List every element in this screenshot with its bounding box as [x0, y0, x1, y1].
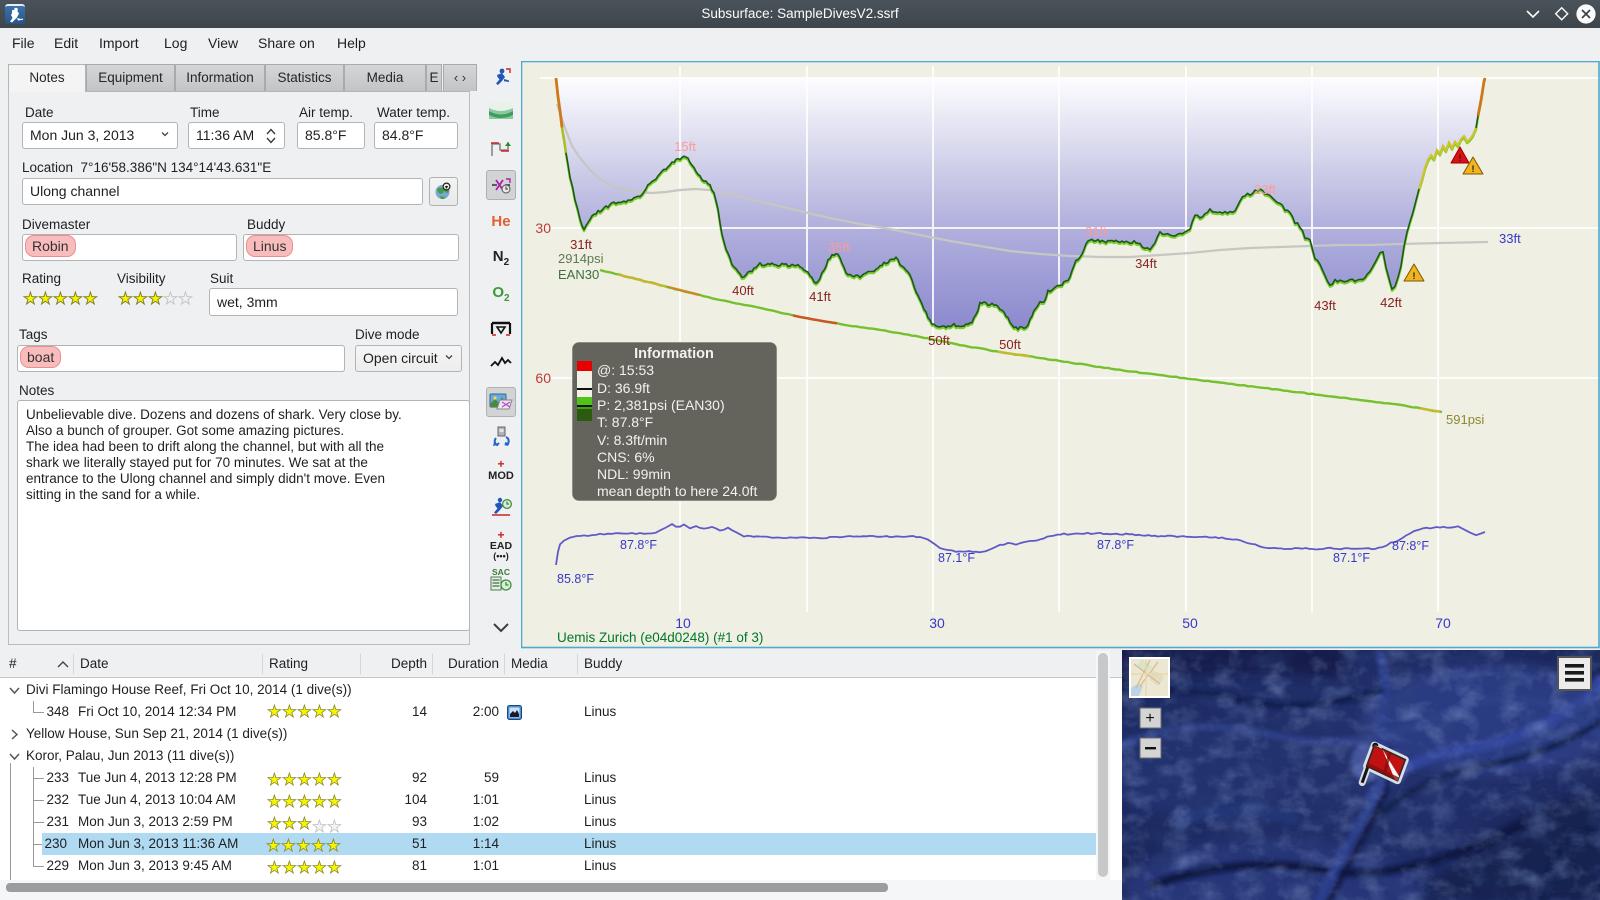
svg-text:SAC: SAC [492, 567, 510, 577]
svg-text:87:8°F: 87:8°F [1392, 539, 1429, 553]
svg-text:42ft: 42ft [1380, 295, 1402, 310]
svg-text:85.8°F: 85.8°F [557, 572, 594, 586]
svg-text:V: 8.3ft/min: V: 8.3ft/min [597, 432, 667, 448]
svg-text:30: 30 [535, 220, 551, 236]
svg-text:2914psi: 2914psi [558, 251, 604, 266]
svg-text:87.1°F: 87.1°F [1333, 551, 1370, 565]
svg-text:60: 60 [535, 370, 551, 386]
svg-text:591psi: 591psi [1446, 412, 1484, 427]
svg-text:41ft: 41ft [809, 289, 831, 304]
svg-text:NDL: 99min: NDL: 99min [597, 466, 671, 482]
svg-text:40ft: 40ft [732, 283, 754, 298]
svg-text:CNS: 6%: CNS: 6% [597, 449, 655, 465]
svg-text:@: 15:53: @: 15:53 [597, 362, 654, 378]
svg-text:87.8°F: 87.8°F [620, 538, 657, 552]
svg-text:87.1°F: 87.1°F [938, 551, 975, 565]
svg-text:50ft: 50ft [928, 333, 950, 348]
svg-text:34ft: 34ft [1135, 256, 1157, 271]
svg-text:31ft: 31ft [1085, 224, 1107, 239]
svg-text:mean depth to here 24.0ft: mean depth to here 24.0ft [597, 483, 757, 499]
svg-text:50ft: 50ft [999, 337, 1021, 352]
svg-text:15ft: 15ft [674, 139, 696, 154]
svg-text:10: 10 [675, 615, 691, 631]
svg-text:70: 70 [1435, 615, 1451, 631]
svg-text:33ft: 33ft [1499, 231, 1521, 246]
svg-text:Uemis Zurich (e04d0248) (#1 of: Uemis Zurich (e04d0248) (#1 of 3) [557, 630, 763, 645]
svg-text:!: ! [1413, 271, 1416, 281]
svg-text:50: 50 [1182, 615, 1198, 631]
svg-text:Information: Information [634, 346, 714, 362]
svg-text:31ft: 31ft [570, 237, 592, 252]
svg-text:23ft: 23ft [1254, 182, 1276, 197]
svg-text:T: 87.8°F: T: 87.8°F [597, 414, 653, 430]
svg-text:30: 30 [929, 615, 945, 631]
svg-text:!: ! [1472, 164, 1475, 174]
svg-text:43ft: 43ft [1314, 298, 1336, 313]
svg-text:!: ! [1459, 153, 1462, 163]
svg-text:D: 36.9ft: D: 36.9ft [597, 380, 650, 396]
svg-text:35ft: 35ft [828, 240, 850, 255]
svg-text:+: + [1145, 710, 1154, 727]
svg-text:EAN30: EAN30 [558, 267, 599, 282]
svg-text:P: 2,381psi (EAN30): P: 2,381psi (EAN30) [597, 397, 725, 413]
svg-text:87.8°F: 87.8°F [1097, 538, 1134, 552]
